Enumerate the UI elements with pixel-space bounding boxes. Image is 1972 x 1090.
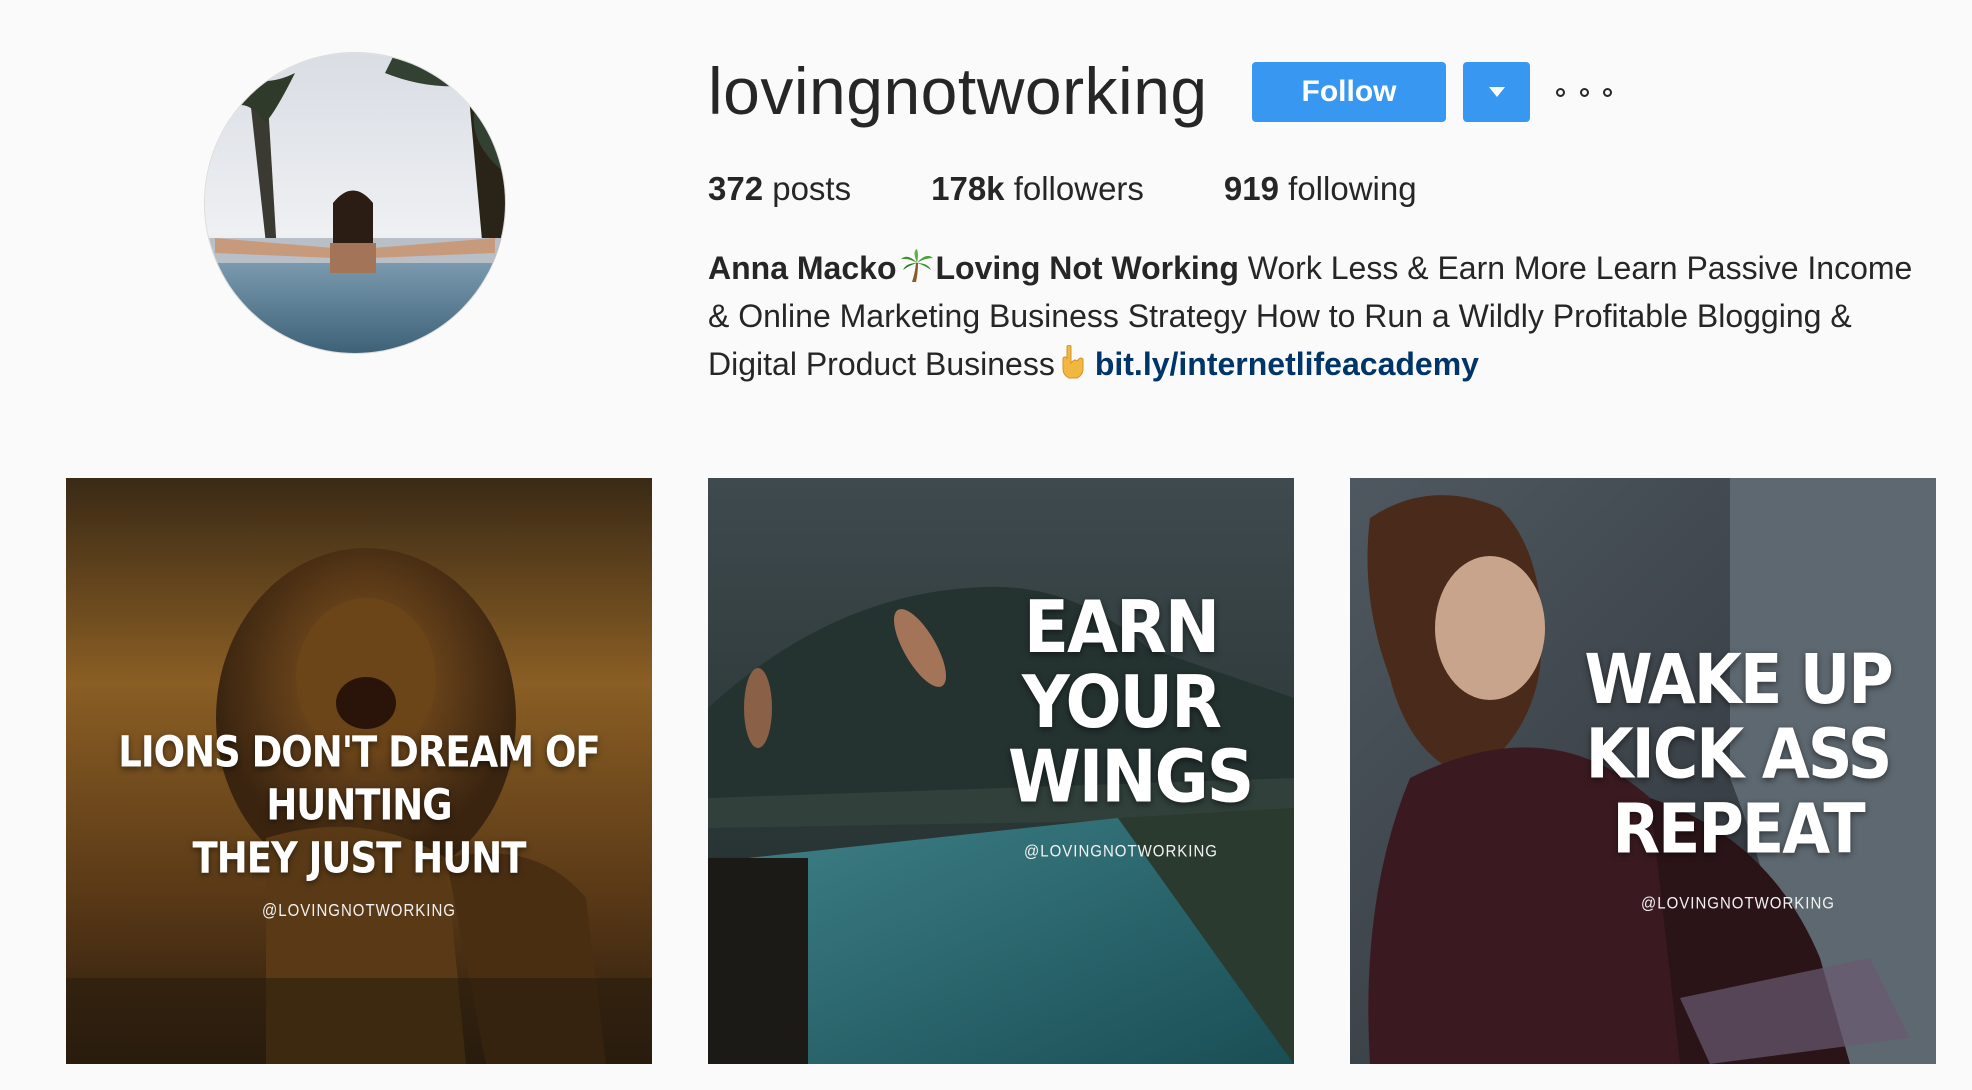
caption-line: Wings	[1008, 734, 1254, 820]
suggestions-dropdown-button[interactable]	[1463, 62, 1530, 122]
more-dot	[1579, 87, 1589, 97]
caption-line: Lions don't dream of hunting	[118, 727, 600, 830]
followers-count: 178k	[931, 170, 1005, 207]
post-tile-lion[interactable]: Lions don't dream of hunting They just h…	[66, 478, 652, 1064]
post-caption: Lions don't dream of hunting They just h…	[66, 726, 652, 938]
follow-button[interactable]: Follow	[1252, 62, 1446, 122]
profile-stats: 372 posts 178k followers 919 following	[708, 164, 1497, 214]
watermark-handle: @LOVINGNOTWORKING	[1024, 842, 1218, 861]
post-caption: Earn Your Wings @LOVINGNOTWORKING	[1008, 590, 1254, 889]
caption-line: They just hunt	[192, 833, 527, 883]
stat-posts: 372 posts	[708, 164, 851, 214]
stat-following[interactable]: 919 following	[1224, 164, 1417, 214]
watermark-handle: @LOVINGNOTWORKING	[1641, 894, 1835, 913]
caption-line: Earn	[1023, 584, 1220, 670]
caption-line: Kick ass	[1585, 713, 1893, 795]
posts-count: 372	[708, 170, 764, 207]
caption-line: Your	[1022, 659, 1222, 745]
stat-followers[interactable]: 178k followers	[931, 164, 1144, 214]
followers-label: followers	[1004, 170, 1144, 207]
caption-line: Repeat	[1612, 788, 1865, 869]
palm-tree-emoji	[901, 249, 934, 282]
profile-bio: Anna Macko Loving Not Working Work Less …	[708, 244, 1938, 388]
profile-avatar[interactable]	[204, 52, 506, 354]
bio-title: Loving Not Working	[935, 250, 1239, 286]
bio-link[interactable]: bit.ly/internetlifeacademy	[1095, 346, 1479, 382]
caret-down-icon	[1488, 87, 1505, 97]
more-dot	[1556, 87, 1565, 97]
posts-label: posts	[763, 170, 852, 207]
profile-username: lovingnotworking	[708, 54, 1208, 128]
caption-line: Wake up	[1584, 639, 1893, 720]
post-tile-wake-up[interactable]: Wake up Kick ass Repeat @LOVINGNOTWORKIN…	[1350, 478, 1936, 1064]
bio-name: Anna Macko	[708, 250, 897, 286]
more-dot	[1603, 87, 1612, 97]
watermark-handle: @LOVINGNOTWORKING	[262, 901, 456, 921]
post-tile-cliff-jump[interactable]: Earn Your Wings @LOVINGNOTWORKING	[708, 478, 1294, 1064]
more-options-icon[interactable]	[1556, 78, 1612, 106]
pointing-down-emoji	[1062, 345, 1084, 379]
following-label: following	[1278, 170, 1417, 207]
following-count: 919	[1223, 170, 1279, 207]
post-caption: Wake up Kick ass Repeat @LOVINGNOTWORKIN…	[1580, 642, 1896, 941]
